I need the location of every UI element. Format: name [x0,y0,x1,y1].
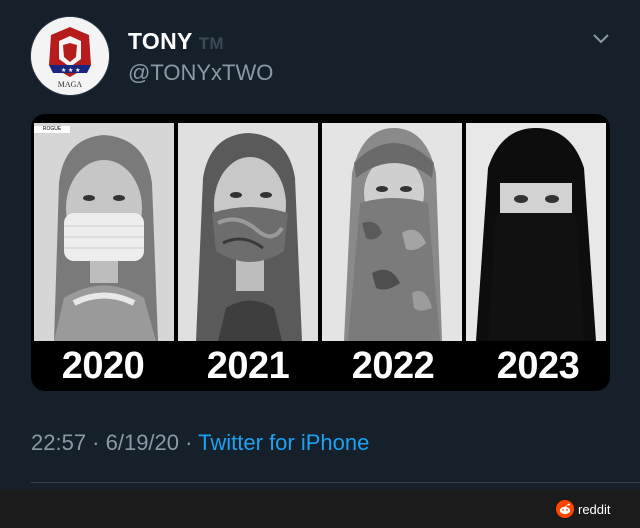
divider [31,482,640,483]
tweet-image[interactable]: ROGUE 2020 2021 2022 2023 [31,114,610,391]
tweet-meta: 22:57 · 6/19/20 · Twitter for iPhone [31,430,369,456]
portrait-panel-2021 [178,123,318,341]
tweet-timestamp[interactable]: 22:57 · 6/19/20 · [31,430,192,455]
portrait-panel-2023 [466,123,606,341]
year-label-2023: 2023 [496,345,580,387]
portrait-surgical-mask-image [34,123,174,341]
display-name[interactable]: TONY TM [128,28,224,55]
reddit-snoo-icon [556,500,574,518]
user-handle[interactable]: @TONYxTWO [128,60,273,86]
avatar[interactable]: ★ ★ ★ MAGA [31,17,109,95]
year-label-2020: 2020 [61,345,145,387]
svg-text:MAGA: MAGA [58,80,83,89]
reddit-watermark: reddit [556,499,611,519]
tweet-source-link[interactable]: Twitter for iPhone [198,430,369,455]
display-name-text: TONY [128,28,193,54]
watermark: ROGUE [34,126,70,133]
portrait-niqab-image [466,123,606,341]
reddit-label: reddit [578,501,611,517]
reddit-footer-bar [0,489,640,528]
year-label-2021: 2021 [206,345,290,387]
svg-text:★ ★ ★: ★ ★ ★ [61,67,80,74]
trademark-badge: TM [198,34,224,53]
year-label-2022: 2022 [351,345,435,387]
portrait-panel-2022 [322,123,462,341]
chevron-down-icon[interactable] [591,31,611,47]
portrait-patterned-mask-image [178,123,318,341]
lion-logo-icon: ★ ★ ★ MAGA [31,17,109,95]
portrait-panel-2020 [34,123,174,341]
portrait-camo-gaiter-image [322,123,462,341]
